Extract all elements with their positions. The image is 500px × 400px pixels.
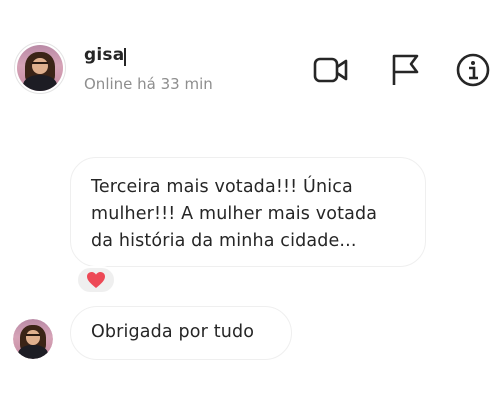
username[interactable]: gisa	[84, 45, 124, 65]
avatar-photo	[17, 45, 63, 91]
video-call-icon[interactable]	[313, 52, 349, 88]
reaction-badge[interactable]	[76, 266, 116, 294]
flag-icon[interactable]	[387, 52, 423, 88]
sender-avatar[interactable]	[13, 319, 53, 359]
message-bubble[interactable]: Obrigada por tudo	[70, 306, 292, 360]
message-text: Obrigada por tudo	[91, 322, 255, 342]
chat-header: gisa Online há 33 min	[0, 0, 500, 110]
avatar-photo	[13, 319, 53, 359]
info-icon[interactable]	[455, 52, 491, 88]
text-cursor	[124, 48, 126, 66]
message-text: Terceira mais votada!!! Única mulher!!! …	[91, 177, 378, 251]
message-bubble[interactable]: Terceira mais votada!!! Única mulher!!! …	[70, 157, 426, 267]
heart-icon	[87, 272, 105, 288]
profile-avatar[interactable]	[14, 42, 66, 94]
online-status: Online há 33 min	[84, 75, 213, 93]
